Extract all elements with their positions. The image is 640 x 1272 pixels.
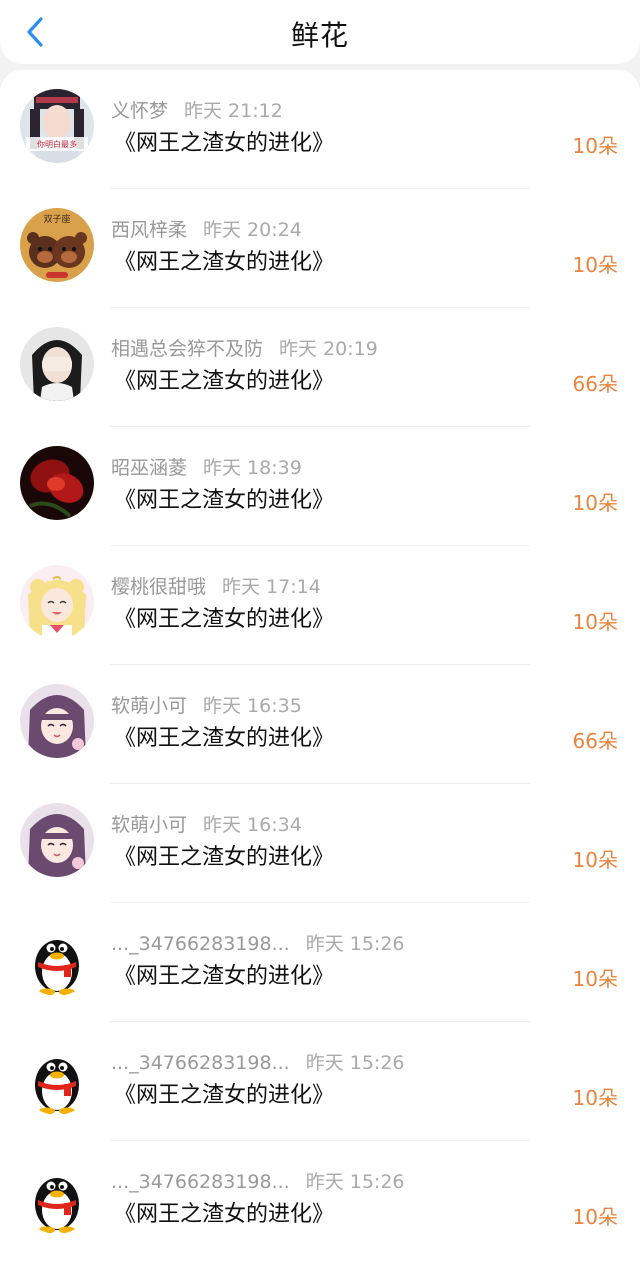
- timestamp: 昨天 21:12: [184, 100, 283, 122]
- flower-count: 10朵: [572, 134, 618, 158]
- timestamp: 昨天 15:26: [305, 933, 405, 955]
- list-item[interactable]: 你明白最多 义怀梦 昨天 21:12 《网王之渣女的进化》 10朵: [0, 70, 640, 189]
- anime-girl-avatar[interactable]: [20, 684, 94, 758]
- book-title[interactable]: 《网王之渣女的进化》: [114, 363, 334, 395]
- book-title[interactable]: 《网王之渣女的进化》: [114, 1196, 334, 1228]
- list-item[interactable]: ..._34766283198... 昨天 15:26 《网王之渣女的进化》 10…: [0, 1022, 640, 1141]
- list-item[interactable]: 软萌小可 昨天 16:35 《网王之渣女的进化》 66朵: [0, 665, 640, 784]
- flower-count: 10朵: [572, 1205, 618, 1229]
- twins-bear-avatar[interactable]: 双子座: [20, 208, 94, 282]
- qq-penguin-avatar[interactable]: [20, 922, 94, 996]
- sender-meta: 昭巫涵菱 昨天 18:39: [111, 453, 302, 480]
- qq-penguin-avatar[interactable]: [20, 1041, 94, 1115]
- sailor-moon-avatar[interactable]: [20, 565, 94, 639]
- list-item[interactable]: 樱桃很甜哦 昨天 17:14 《网王之渣女的进化》 10朵: [0, 546, 640, 665]
- timestamp: 昨天 20:24: [203, 219, 302, 241]
- timestamp: 昨天 15:26: [305, 1052, 405, 1074]
- sender-name[interactable]: 樱桃很甜哦: [111, 576, 206, 598]
- timestamp: 昨天 16:35: [203, 695, 302, 717]
- flower-count: 10朵: [572, 848, 618, 872]
- flower-list: 你明白最多 义怀梦 昨天 21:12 《网王之渣女的进化》 10朵 双子座 西风…: [0, 70, 640, 1272]
- sender-name[interactable]: 义怀梦: [111, 100, 168, 122]
- flower-count: 10朵: [572, 1086, 618, 1110]
- sender-name[interactable]: 西风梓柔: [111, 219, 187, 241]
- sender-meta: 樱桃很甜哦 昨天 17:14: [111, 572, 321, 599]
- girl-covering-face-avatar[interactable]: [20, 327, 94, 401]
- sender-meta: 软萌小可 昨天 16:35: [111, 691, 302, 718]
- sender-name[interactable]: ..._34766283198...: [111, 1171, 290, 1193]
- timestamp: 昨天 15:26: [305, 1171, 405, 1193]
- timestamp: 昨天 18:39: [203, 457, 302, 479]
- flower-count: 10朵: [572, 491, 618, 515]
- book-title[interactable]: 《网王之渣女的进化》: [114, 482, 334, 514]
- anime-girl-avatar[interactable]: [20, 803, 94, 877]
- timestamp: 昨天 16:34: [203, 814, 302, 836]
- sender-meta: ..._34766283198... 昨天 15:26: [111, 929, 405, 956]
- list-item[interactable]: 软萌小可 昨天 16:34 《网王之渣女的进化》 10朵: [0, 784, 640, 903]
- portrait-avatar[interactable]: 你明白最多: [20, 89, 94, 163]
- sender-name[interactable]: ..._34766283198...: [111, 933, 290, 955]
- svg-text:你明白最多: 你明白最多: [37, 139, 77, 149]
- book-title[interactable]: 《网王之渣女的进化》: [114, 958, 334, 990]
- book-title[interactable]: 《网王之渣女的进化》: [114, 244, 334, 276]
- sender-name[interactable]: 相遇总会猝不及防: [111, 338, 263, 360]
- sender-name[interactable]: 昭巫涵菱: [111, 457, 187, 479]
- list-item[interactable]: 昭巫涵菱 昨天 18:39 《网王之渣女的进化》 10朵: [0, 427, 640, 546]
- sender-meta: ..._34766283198... 昨天 15:26: [111, 1167, 405, 1194]
- sender-name[interactable]: 软萌小可: [111, 814, 187, 836]
- qq-penguin-avatar[interactable]: [20, 1160, 94, 1234]
- book-title[interactable]: 《网王之渣女的进化》: [114, 839, 334, 871]
- top-bar: 鲜花: [0, 0, 640, 64]
- sender-meta: 义怀梦 昨天 21:12: [111, 96, 283, 123]
- sender-meta: 软萌小可 昨天 16:34: [111, 810, 302, 837]
- flower-count: 66朵: [572, 729, 618, 753]
- list-item[interactable]: ..._34766283198... 昨天 15:26 《网王之渣女的进化》 10…: [0, 1141, 640, 1260]
- svg-text:双子座: 双子座: [43, 213, 70, 225]
- sender-meta: 西风梓柔 昨天 20:24: [111, 215, 302, 242]
- list-item[interactable]: ..._34766283198... 昨天 15:26 《网王之渣女的进化》 10…: [0, 903, 640, 1022]
- flower-count: 10朵: [572, 610, 618, 634]
- flower-count: 10朵: [572, 253, 618, 277]
- sender-name[interactable]: ..._34766283198...: [111, 1052, 290, 1074]
- flower-count: 66朵: [572, 372, 618, 396]
- list-item[interactable]: 相遇总会猝不及防 昨天 20:19 《网王之渣女的进化》 66朵: [0, 308, 640, 427]
- timestamp: 昨天 17:14: [222, 576, 321, 598]
- sender-meta: ..._34766283198... 昨天 15:26: [111, 1048, 405, 1075]
- book-title[interactable]: 《网王之渣女的进化》: [114, 125, 334, 157]
- page-title: 鲜花: [290, 19, 349, 52]
- book-title[interactable]: 《网王之渣女的进化》: [114, 1077, 334, 1109]
- flower-count: 10朵: [572, 967, 618, 991]
- red-flower-avatar[interactable]: [20, 446, 94, 520]
- sender-meta: 相遇总会猝不及防 昨天 20:19: [111, 334, 378, 361]
- sender-name[interactable]: 软萌小可: [111, 695, 187, 717]
- book-title[interactable]: 《网王之渣女的进化》: [114, 601, 334, 633]
- list-item[interactable]: 双子座 西风梓柔 昨天 20:24 《网王之渣女的进化》 10朵: [0, 189, 640, 308]
- book-title[interactable]: 《网王之渣女的进化》: [114, 720, 334, 752]
- timestamp: 昨天 20:19: [279, 338, 378, 360]
